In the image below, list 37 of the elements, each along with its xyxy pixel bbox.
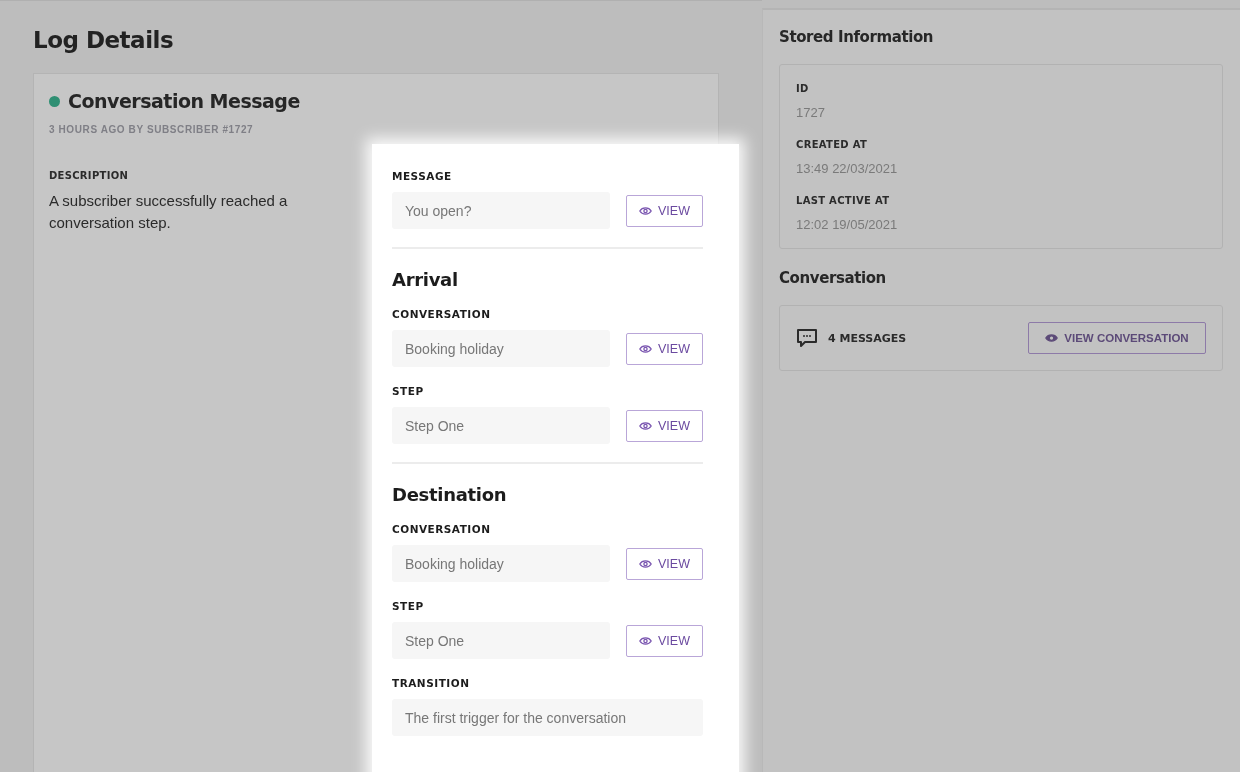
field-label: CONVERSATION xyxy=(392,523,492,535)
eye-icon xyxy=(1045,333,1059,343)
field-label: CONVERSATION xyxy=(392,308,492,320)
view-button[interactable]: VIEW xyxy=(626,409,703,442)
eye-icon xyxy=(639,558,652,569)
page-title: Log Details xyxy=(33,27,175,53)
field-label: DESCRIPTION xyxy=(49,170,130,181)
info-label: CREATED AT xyxy=(796,139,869,150)
view-button[interactable]: VIEW xyxy=(626,332,703,365)
eye-icon xyxy=(639,205,652,216)
info-value: 12:02 19/05/2021 xyxy=(796,217,899,232)
section-title: Conversation xyxy=(779,269,887,287)
log-meta: 3 HOURS AGO BY SUBSCRIBER #1727 xyxy=(49,124,255,135)
section-heading: Arrival xyxy=(392,269,459,290)
view-button[interactable]: VIEW xyxy=(626,194,703,227)
description-text: A subscriber successfully reached a conversation step. xyxy=(49,191,289,233)
info-value: 1727 xyxy=(796,105,826,120)
field-label: MESSAGE xyxy=(392,170,453,182)
field-label: STEP xyxy=(392,385,425,397)
message-field: You open? xyxy=(392,192,610,229)
field-label: STEP xyxy=(392,600,425,612)
info-label: ID xyxy=(796,83,810,94)
view-button[interactable]: VIEW xyxy=(626,624,703,657)
section-heading: Destination xyxy=(392,484,508,505)
eye-icon xyxy=(639,635,652,646)
view-button[interactable]: VIEW xyxy=(626,547,703,580)
card-title: Conversation Message xyxy=(68,90,300,112)
field-label: TRANSITION xyxy=(392,677,471,689)
view-conversation-button[interactable]: VIEW CONVERSATION xyxy=(1028,322,1206,354)
chat-icon xyxy=(796,328,818,348)
eye-icon xyxy=(639,343,652,354)
status-dot-icon xyxy=(49,95,60,107)
message-count: 4 MESSAGES xyxy=(828,331,908,345)
eye-icon xyxy=(639,420,652,431)
info-label: LAST ACTIVE AT xyxy=(796,195,891,206)
section-title: Stored Information xyxy=(779,28,935,46)
info-value: 13:49 22/03/2021 xyxy=(796,161,899,176)
